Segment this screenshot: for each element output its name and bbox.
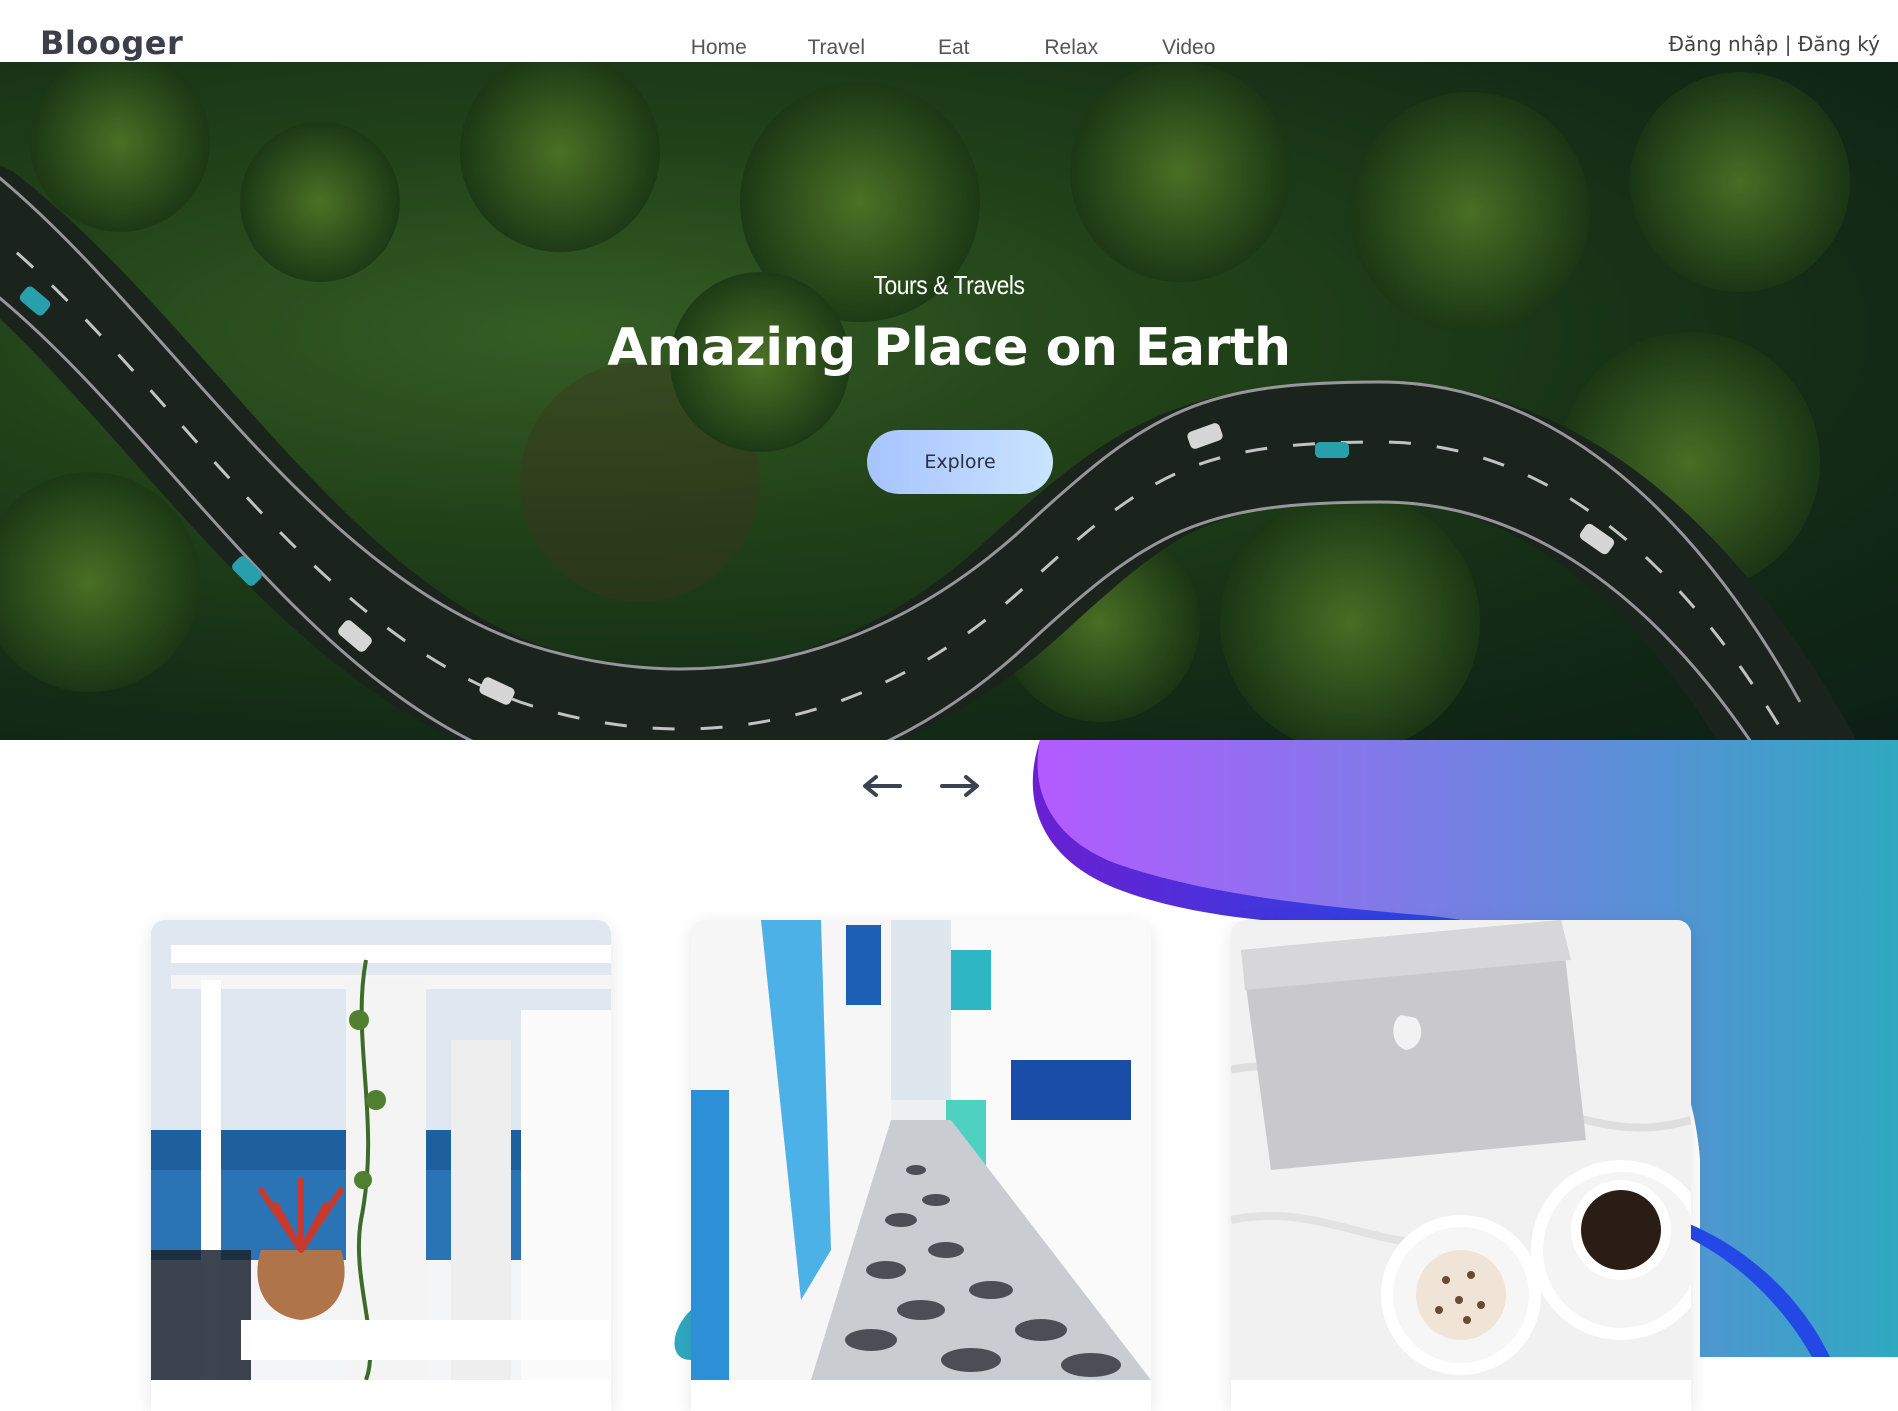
arrow-left-icon [863, 775, 902, 797]
auth-separator: | [1784, 32, 1792, 56]
explore-button[interactable]: Explore [867, 430, 1053, 494]
hero-subtitle: Tours & Travels [873, 270, 1025, 300]
arrow-right-icon [940, 775, 979, 797]
nav-item-travel[interactable]: Travel [778, 36, 896, 60]
laptop-coffee-bed-photo [1231, 920, 1691, 1380]
nav-item-home[interactable]: Home [660, 36, 778, 60]
register-link[interactable]: Đăng ký [1798, 32, 1880, 56]
hero-banner: Tours & Travels Amazing Place on Earth E… [0, 62, 1898, 740]
hero-title: Amazing Place on Earth [607, 318, 1291, 378]
nav-item-video[interactable]: Video [1130, 36, 1248, 60]
nav-item-relax[interactable]: Relax [1013, 36, 1131, 60]
santorini-balcony-photo [151, 920, 611, 1380]
login-link[interactable]: Đăng nhập [1669, 32, 1779, 56]
post-card[interactable] [1231, 920, 1691, 1411]
slider-prev-button[interactable] [862, 772, 902, 800]
site-header: Blooger Home Travel Eat Relax Video Đăng… [0, 0, 1898, 62]
main-nav: Home Travel Eat Relax Video [660, 36, 1248, 60]
greek-alley-photo [691, 920, 1151, 1380]
post-card[interactable] [151, 920, 611, 1411]
site-logo[interactable]: Blooger [40, 24, 183, 62]
post-card[interactable] [691, 920, 1151, 1411]
forest-road-photo [0, 62, 1898, 740]
auth-links: Đăng nhập | Đăng ký [1669, 32, 1880, 56]
nav-item-eat[interactable]: Eat [895, 36, 1013, 60]
slider-next-button[interactable] [940, 772, 980, 800]
